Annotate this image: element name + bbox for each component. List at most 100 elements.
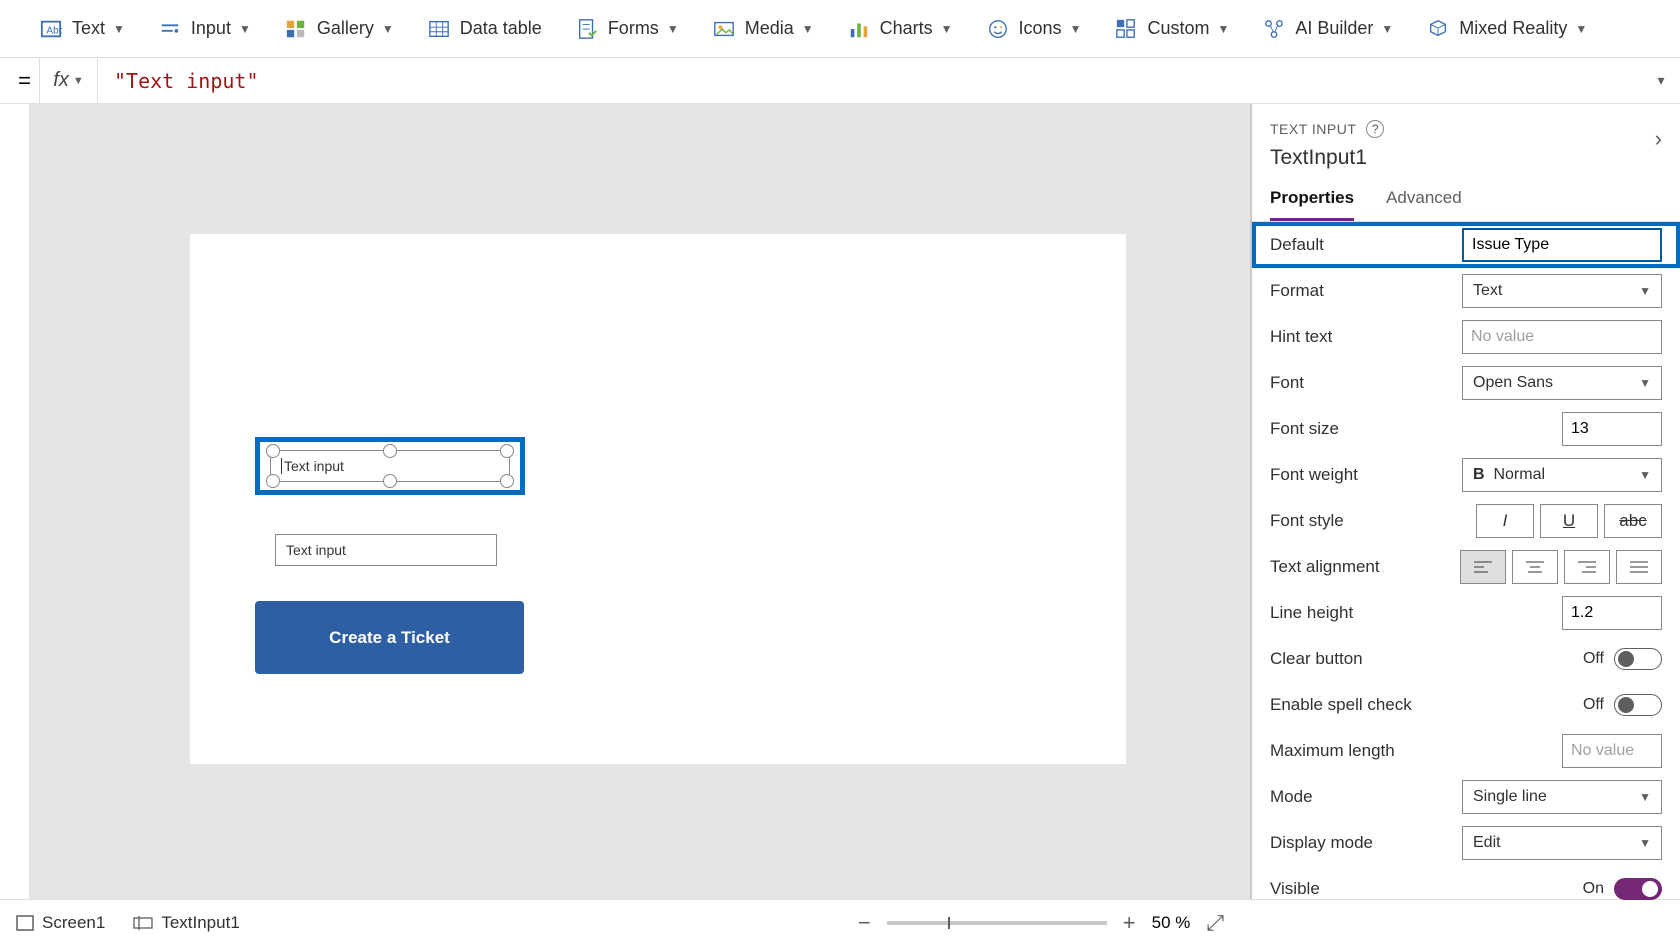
visible-toggle[interactable] xyxy=(1614,878,1662,900)
prop-label: Format xyxy=(1270,281,1324,301)
select-value: B Normal xyxy=(1473,466,1545,484)
formula-input[interactable] xyxy=(98,58,1642,103)
equals-label: = xyxy=(10,58,40,103)
properties-panel: TEXT INPUT ? TextInput1 › Properties Adv… xyxy=(1250,104,1680,899)
mode-select[interactable]: Single line ▼ xyxy=(1462,780,1662,814)
textinput2-field[interactable]: Text input xyxy=(275,534,497,566)
prop-label: Enable spell check xyxy=(1270,695,1412,715)
tab-properties[interactable]: Properties xyxy=(1270,188,1354,221)
format-select[interactable]: Text ▼ xyxy=(1462,274,1662,308)
chevron-down-icon: ▼ xyxy=(1575,22,1587,36)
fx-button[interactable]: fx▼ xyxy=(40,58,98,103)
formula-expand-button[interactable]: ▾ xyxy=(1642,72,1680,89)
align-center-icon xyxy=(1526,560,1544,574)
chevron-down-icon: ▼ xyxy=(1639,836,1651,850)
align-justify-button[interactable] xyxy=(1616,550,1662,584)
fx-label: fx xyxy=(53,69,69,92)
zoom-slider[interactable] xyxy=(887,921,1107,925)
resize-handle[interactable] xyxy=(266,444,280,458)
spell-toggle[interactable] xyxy=(1614,694,1662,716)
select-value: Text xyxy=(1473,282,1502,300)
insert-ai-builder[interactable]: AI Builder ▼ xyxy=(1263,18,1393,40)
align-left-button[interactable] xyxy=(1460,550,1506,584)
prop-fontsize: Font size xyxy=(1252,406,1680,452)
insert-forms[interactable]: Forms▼ xyxy=(576,18,679,40)
prop-maxlen: Maximum length xyxy=(1252,728,1680,774)
help-icon[interactable]: ? xyxy=(1366,120,1384,138)
textinput-icon xyxy=(133,915,153,931)
hint-input[interactable] xyxy=(1462,320,1662,354)
insert-icons[interactable]: Icons▼ xyxy=(987,18,1082,40)
label: Input xyxy=(191,18,231,39)
resize-handle[interactable] xyxy=(383,444,397,458)
select-value: Single line xyxy=(1473,788,1547,806)
fontweight-select[interactable]: B Normal ▼ xyxy=(1462,458,1662,492)
fit-screen-button[interactable]: ⤢ xyxy=(1206,910,1224,936)
align-justify-icon xyxy=(1630,560,1648,574)
resize-handle[interactable] xyxy=(383,474,397,488)
insert-mixed-reality[interactable]: Mixed Reality▼ xyxy=(1427,18,1587,40)
insert-data-table[interactable]: Data table xyxy=(428,18,542,40)
props-header: TEXT INPUT ? TextInput1 › xyxy=(1252,104,1680,178)
clear-toggle[interactable] xyxy=(1614,648,1662,670)
chevron-down-icon: ▼ xyxy=(239,22,251,36)
chevron-down-icon: ▼ xyxy=(1639,468,1651,482)
crumb-screen[interactable]: Screen1 xyxy=(16,913,105,933)
chevron-down-icon: ▼ xyxy=(1381,22,1393,36)
prop-fontweight: Font weight B Normal ▼ xyxy=(1252,452,1680,498)
align-center-button[interactable] xyxy=(1512,550,1558,584)
left-rail xyxy=(0,104,30,899)
display-select[interactable]: Edit▼ xyxy=(1462,826,1662,860)
insert-input[interactable]: Input ▼ xyxy=(159,18,251,40)
maxlen-input[interactable] xyxy=(1562,734,1662,768)
label: Custom xyxy=(1147,18,1209,39)
create-ticket-button[interactable]: Create a Ticket xyxy=(255,601,524,674)
button-label: Create a Ticket xyxy=(329,628,450,648)
default-input[interactable] xyxy=(1462,228,1662,262)
prop-lineheight: Line height xyxy=(1252,590,1680,636)
gallery-icon xyxy=(285,18,307,40)
insert-custom[interactable]: Custom▼ xyxy=(1115,18,1229,40)
resize-handle[interactable] xyxy=(500,444,514,458)
collapse-icon[interactable]: › xyxy=(1655,126,1662,152)
label: Icons xyxy=(1019,18,1062,39)
prop-label: Font weight xyxy=(1270,465,1358,485)
prop-label: Font style xyxy=(1270,511,1344,531)
align-right-button[interactable] xyxy=(1564,550,1610,584)
crumb-control[interactable]: TextInput1 xyxy=(133,913,239,933)
font-select[interactable]: Open Sans▼ xyxy=(1462,366,1662,400)
zoom-out-button[interactable]: − xyxy=(858,910,871,936)
chevron-down-icon: ▼ xyxy=(1639,790,1651,804)
zoom-in-button[interactable]: + xyxy=(1123,910,1136,936)
italic-button[interactable]: I xyxy=(1476,504,1534,538)
tab-advanced[interactable]: Advanced xyxy=(1386,188,1462,221)
chevron-down-icon: ▼ xyxy=(1639,284,1651,298)
prop-label: Default xyxy=(1270,235,1324,255)
control-name[interactable]: TextInput1 xyxy=(1270,146,1662,170)
spell-toggle-wrap: Off xyxy=(1583,694,1662,716)
lineheight-input[interactable] xyxy=(1562,596,1662,630)
prop-label: Font xyxy=(1270,373,1304,393)
label: AI Builder xyxy=(1295,18,1373,39)
chevron-down-icon: ▼ xyxy=(382,22,394,36)
insert-charts[interactable]: Charts▼ xyxy=(848,18,953,40)
strike-button[interactable]: abc xyxy=(1604,504,1662,538)
control-type-label: TEXT INPUT xyxy=(1270,121,1356,137)
toggle-knob-icon xyxy=(1618,651,1634,667)
label: Data table xyxy=(460,18,542,39)
zoom-percent: 50 % xyxy=(1152,913,1191,933)
resize-handle[interactable] xyxy=(266,474,280,488)
prop-visible: Visible On xyxy=(1252,866,1680,912)
control-type: TEXT INPUT ? xyxy=(1270,120,1662,138)
underline-button[interactable]: U xyxy=(1540,504,1598,538)
select-value: Open Sans xyxy=(1473,374,1553,392)
fontsize-input[interactable] xyxy=(1562,412,1662,446)
canvas[interactable]: Text input Text input Create a Ticket xyxy=(30,104,1250,899)
insert-media[interactable]: Media▼ xyxy=(713,18,814,40)
insert-text[interactable]: Abc Text▼ xyxy=(40,18,125,40)
selected-textinput1[interactable]: Text input xyxy=(255,437,525,495)
crumb-label: Screen1 xyxy=(42,913,105,933)
prop-textalign: Text alignment xyxy=(1252,544,1680,590)
resize-handle[interactable] xyxy=(500,474,514,488)
insert-gallery[interactable]: Gallery▼ xyxy=(285,18,394,40)
